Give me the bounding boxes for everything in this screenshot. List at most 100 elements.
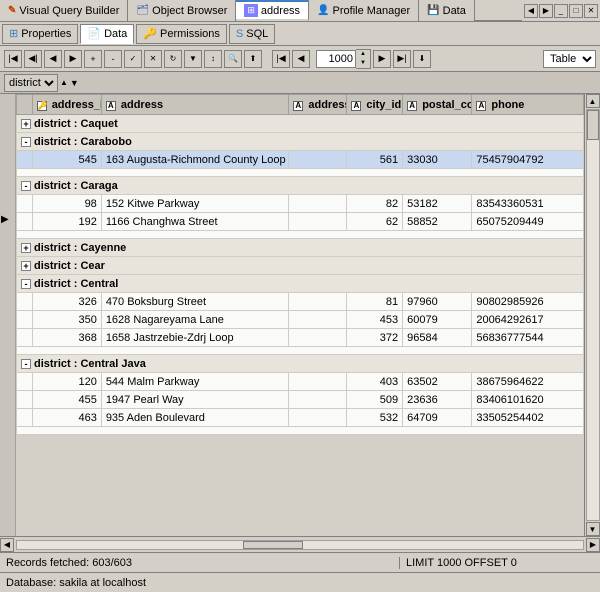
toolbar-tab-properties[interactable]: ⊞ Properties xyxy=(2,24,78,44)
group-row[interactable]: +district : Cayenne xyxy=(17,239,584,257)
table-row[interactable]: 4551947 Pearl Way5092363683406101620 xyxy=(17,391,584,409)
database-info: Database: sakila at localhost xyxy=(6,577,146,589)
th-postal-code[interactable]: A postal_code xyxy=(403,95,472,115)
table-row[interactable]: 98152 Kitwe Parkway825318283543360531 xyxy=(17,195,584,213)
group-expand-btn[interactable]: + xyxy=(21,119,31,129)
group-row[interactable]: -district : Central xyxy=(17,275,584,293)
vscroll-down[interactable]: ▼ xyxy=(586,522,600,536)
nav-remove[interactable]: - xyxy=(104,50,122,68)
nav-page-next[interactable]: ▶ xyxy=(373,50,391,68)
nav-search[interactable]: 🔍 xyxy=(224,50,242,68)
nav-page-prev[interactable]: ◀ xyxy=(292,50,310,68)
data-tab-icon: 📄 xyxy=(87,27,101,40)
th-address-id[interactable]: 🔑 address_id xyxy=(32,95,101,115)
toolbar-tab-sql[interactable]: S SQL xyxy=(229,24,275,44)
win-minimize[interactable]: _ xyxy=(554,4,568,18)
table-row[interactable]: 120544 Malm Parkway4036350238675964622 xyxy=(17,373,584,391)
nav-prev[interactable]: ◀ xyxy=(44,50,62,68)
vertical-scrollbar: ▲ ▼ xyxy=(584,94,600,536)
tab-profile-manager[interactable]: 👤 Profile Manager xyxy=(309,0,419,21)
nav-cancel[interactable]: ✕ xyxy=(144,50,162,68)
district-filter[interactable]: district xyxy=(4,74,58,92)
nav-prev-page[interactable]: ◀| xyxy=(24,50,42,68)
table-row[interactable]: 3501628 Nagareyama Lane45360079200642926… xyxy=(17,311,584,329)
cell-address_id: 545 xyxy=(32,151,101,169)
group-label: district : Caquet xyxy=(34,118,118,130)
hscroll-right[interactable]: ▶ xyxy=(586,538,600,552)
group-expand-btn[interactable]: - xyxy=(21,279,31,289)
nav-page-first[interactable]: |◀ xyxy=(272,50,290,68)
win-close[interactable]: ✕ xyxy=(584,4,598,18)
addr-icon: ⊞ xyxy=(244,4,258,17)
group-expand-btn[interactable]: - xyxy=(21,137,31,147)
nav-sort[interactable]: ↕ xyxy=(204,50,222,68)
th-phone[interactable]: A phone xyxy=(472,95,584,115)
group-row[interactable]: -district : Caraga xyxy=(17,177,584,195)
win-nav-left[interactable]: ◀ xyxy=(524,4,538,18)
tab-data[interactable]: 💾 Data xyxy=(419,0,475,21)
limit-info: LIMIT 1000 OFFSET 0 xyxy=(400,557,600,569)
nav-refresh[interactable]: ↻ xyxy=(164,50,182,68)
win-nav-right[interactable]: ▶ xyxy=(539,4,553,18)
col-phone-label: phone xyxy=(491,99,524,111)
records-count: Records fetched: 603/603 xyxy=(0,557,400,569)
win-maximize[interactable]: □ xyxy=(569,4,583,18)
toolbar-tab-permissions[interactable]: 🔑 Permissions xyxy=(136,24,227,44)
title-bar: ✎ Visual Query Builder 🗂 Object Browser … xyxy=(0,0,600,22)
cell-postal_code: 96584 xyxy=(403,329,472,347)
th-address[interactable]: A address xyxy=(101,95,289,115)
nav-save[interactable]: ✓ xyxy=(124,50,142,68)
nav-toolbar: |◀ ◀| ◀ ▶ + - ✓ ✕ ↻ ▼ ↕ 🔍 ⬆ |◀ ◀ 1000 ▲ … xyxy=(0,46,600,72)
vscroll-track[interactable] xyxy=(586,109,600,521)
group-row[interactable]: +district : Caquet xyxy=(17,115,584,133)
cell-address2 xyxy=(289,373,347,391)
th-phone-icon: A xyxy=(476,101,486,111)
group-expand-btn[interactable]: + xyxy=(21,261,31,271)
limit-input[interactable]: 1000 xyxy=(316,50,356,68)
th-city-id[interactable]: A city_id xyxy=(347,95,403,115)
tab-vqb[interactable]: ✎ Visual Query Builder xyxy=(0,0,128,21)
group-expand-btn[interactable]: - xyxy=(21,359,31,369)
tab-object-browser[interactable]: 🗂 Object Browser xyxy=(128,0,236,21)
nav-page-last[interactable]: ▶| xyxy=(393,50,411,68)
row-check xyxy=(17,329,33,347)
cell-address2 xyxy=(289,311,347,329)
row-check xyxy=(17,213,33,231)
nav-add[interactable]: + xyxy=(84,50,102,68)
hscroll-track[interactable] xyxy=(16,540,584,550)
vscroll-up[interactable]: ▲ xyxy=(586,94,600,108)
group-row[interactable]: +district : Cear xyxy=(17,257,584,275)
nav-export[interactable]: ⬆ xyxy=(244,50,262,68)
row-check xyxy=(17,373,33,391)
nav-download[interactable]: ⬇ xyxy=(413,50,431,68)
nav-first[interactable]: |◀ xyxy=(4,50,22,68)
limit-down[interactable]: ▼ xyxy=(356,59,370,68)
nav-next[interactable]: ▶ xyxy=(64,50,82,68)
cell-address: 1947 Pearl Way xyxy=(101,391,289,409)
group-label: district : Carabobo xyxy=(34,136,132,148)
view-type-select[interactable]: Table Form xyxy=(543,50,596,68)
group-expand-btn[interactable]: - xyxy=(21,181,31,191)
table-row[interactable]: 463935 Aden Boulevard5326470933505254402 xyxy=(17,409,584,427)
hscroll-thumb xyxy=(243,541,303,549)
cell-postal_code: 53182 xyxy=(403,195,472,213)
nav-filter[interactable]: ▼ xyxy=(184,50,202,68)
cell-address2 xyxy=(289,329,347,347)
cell-phone: 90802985926 xyxy=(472,293,584,311)
group-row[interactable]: -district : Carabobo xyxy=(17,133,584,151)
toolbar-tab-data[interactable]: 📄 Data xyxy=(80,24,134,44)
tab-address[interactable]: ⊞ address xyxy=(236,0,309,21)
group-expand-btn[interactable]: + xyxy=(21,243,31,253)
table-row[interactable]: 1921166 Changhwa Street62588526507520944… xyxy=(17,213,584,231)
th-postal-icon: A xyxy=(407,101,417,111)
toolbar-data-label: Data xyxy=(104,28,127,40)
cell-phone: 83406101620 xyxy=(472,391,584,409)
group-row[interactable]: -district : Central Java xyxy=(17,355,584,373)
th-address2[interactable]: A address2 xyxy=(289,95,347,115)
limit-up[interactable]: ▲ xyxy=(356,50,370,59)
filter-dropdown-icon[interactable]: ▼ xyxy=(70,78,79,88)
table-row[interactable]: 3681658 Jastrzebie-Zdrj Loop372965845683… xyxy=(17,329,584,347)
table-row[interactable]: 326470 Boksburg Street819796090802985926 xyxy=(17,293,584,311)
table-row[interactable]: 545163 Augusta-Richmond County Loop56133… xyxy=(17,151,584,169)
hscroll-left[interactable]: ◀ xyxy=(0,538,14,552)
